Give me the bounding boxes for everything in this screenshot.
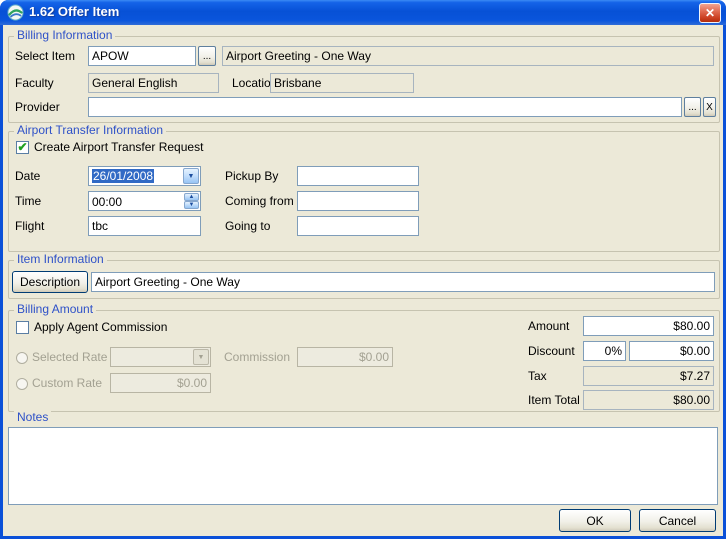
check-icon: ✔ <box>17 141 27 153</box>
faculty-field <box>88 73 219 93</box>
discount-label: Discount <box>528 345 575 358</box>
selected-rate-radio[interactable] <box>16 352 28 364</box>
coming-from-input[interactable] <box>297 191 419 211</box>
selected-rate-label: Selected Rate <box>32 351 107 364</box>
provider-browse-button[interactable]: ... <box>684 97 701 117</box>
coming-from-label: Coming from <box>225 195 294 208</box>
custom-rate-radio[interactable] <box>16 378 28 390</box>
chevron-down-icon[interactable]: ▼ <box>183 168 199 184</box>
discount-percent-input[interactable] <box>583 341 626 361</box>
commission-label: Commission <box>224 351 290 364</box>
dialog-body: Billing Information Select Item ... Facu… <box>3 25 723 536</box>
time-spinner[interactable]: 00:00 ▲ ▼ <box>88 191 201 211</box>
tax-field <box>583 366 714 386</box>
airport-transfer-title: Airport Transfer Information <box>14 124 166 137</box>
apply-commission-label: Apply Agent Commission <box>34 321 167 334</box>
date-label: Date <box>15 170 40 183</box>
location-field <box>270 73 414 93</box>
ok-button[interactable]: OK <box>559 509 631 532</box>
going-to-input[interactable] <box>297 216 419 236</box>
billing-amount-title: Billing Amount <box>14 303 96 316</box>
create-transfer-checkbox[interactable]: ✔ <box>16 141 29 154</box>
spin-down-icon[interactable]: ▼ <box>184 201 199 209</box>
offer-item-dialog: 1.62 Offer Item ✕ Billing Information Se… <box>0 0 726 539</box>
close-icon: ✕ <box>705 6 715 20</box>
commission-input <box>297 347 393 367</box>
select-item-label: Select Item <box>15 50 75 63</box>
spin-up-icon[interactable]: ▲ <box>184 193 199 201</box>
date-combobox[interactable]: 26/01/2008 ▼ <box>88 166 201 186</box>
amount-label: Amount <box>528 320 569 333</box>
time-value: 00:00 <box>92 195 122 209</box>
tax-label: Tax <box>528 370 547 383</box>
pickup-by-input[interactable] <box>297 166 419 186</box>
provider-label: Provider <box>15 101 60 114</box>
faculty-label: Faculty <box>15 77 54 90</box>
time-label: Time <box>15 195 41 208</box>
window-title: 1.62 Offer Item <box>29 4 119 19</box>
app-icon <box>7 4 24 21</box>
provider-input[interactable] <box>88 97 682 117</box>
flight-input[interactable] <box>88 216 201 236</box>
create-transfer-label: Create Airport Transfer Request <box>34 141 203 154</box>
description-button[interactable]: Description <box>12 271 88 293</box>
going-to-label: Going to <box>225 220 270 233</box>
flight-label: Flight <box>15 220 44 233</box>
billing-information-title: Billing Information <box>14 29 115 42</box>
notes-title: Notes <box>14 411 51 424</box>
item-information-title: Item Information <box>14 253 107 266</box>
chevron-down-icon: ▼ <box>193 349 209 365</box>
date-value: 26/01/2008 <box>92 169 181 183</box>
selected-rate-combobox[interactable]: ▼ <box>110 347 211 367</box>
discount-amount-input[interactable] <box>629 341 714 361</box>
provider-clear-button[interactable]: X <box>703 97 716 117</box>
select-item-browse-button[interactable]: ... <box>198 46 216 66</box>
close-button[interactable]: ✕ <box>699 3 721 23</box>
apply-commission-checkbox[interactable] <box>16 321 29 334</box>
cancel-button[interactable]: Cancel <box>639 509 716 532</box>
titlebar[interactable]: 1.62 Offer Item ✕ <box>0 0 726 25</box>
pickup-by-label: Pickup By <box>225 170 278 183</box>
notes-textarea[interactable] <box>8 427 718 505</box>
item-total-field <box>583 390 714 410</box>
custom-rate-input <box>110 373 211 393</box>
select-item-input[interactable] <box>88 46 196 66</box>
amount-input[interactable] <box>583 316 714 336</box>
item-total-label: Item Total <box>528 394 580 407</box>
custom-rate-label: Custom Rate <box>32 377 102 390</box>
item-description-input[interactable] <box>91 272 715 292</box>
select-item-description-field <box>222 46 714 66</box>
